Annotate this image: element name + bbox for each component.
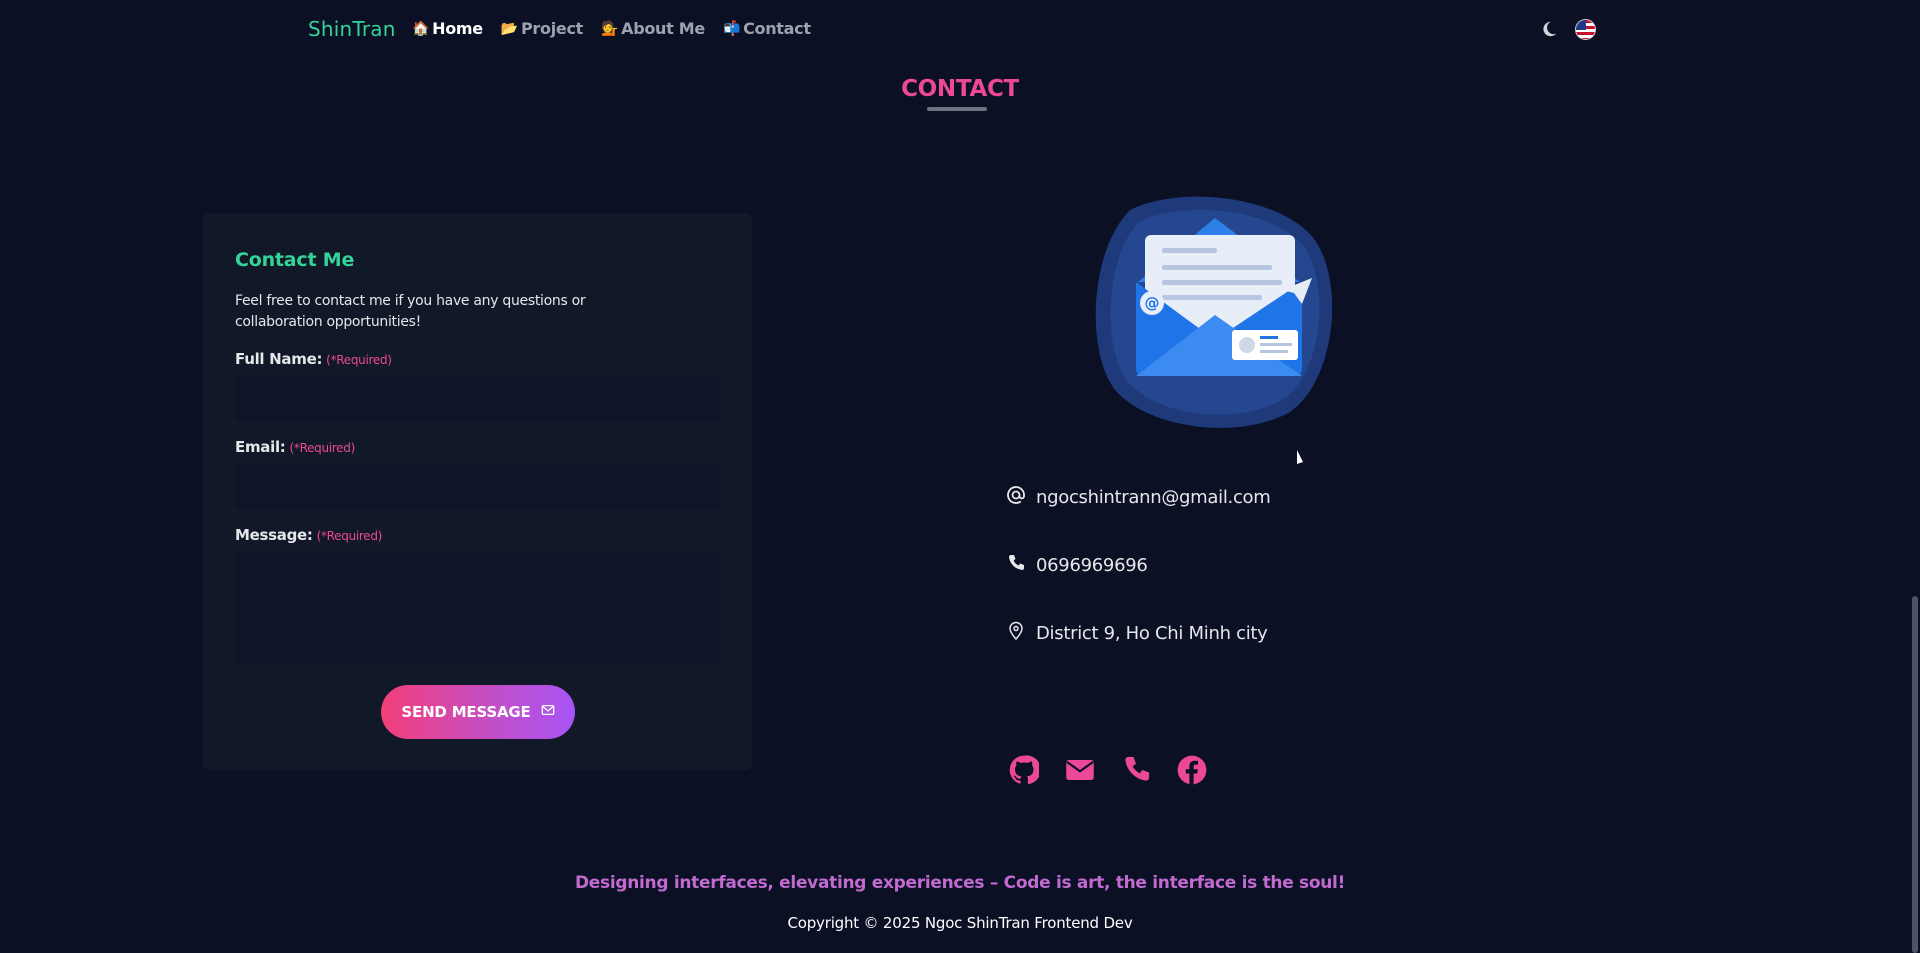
contact-phone[interactable]: 0696969696 bbox=[1036, 555, 1148, 576]
cursor-icon bbox=[1296, 449, 1304, 465]
nav-item-label: Contact bbox=[743, 19, 811, 38]
title-underline bbox=[927, 107, 987, 111]
envelope-icon[interactable] bbox=[1064, 754, 1096, 786]
contact-email-row: ngocshintrann@gmail.com bbox=[1006, 485, 1271, 510]
mailbox-icon: 📬 bbox=[722, 20, 741, 37]
person-icon: 💁 bbox=[600, 20, 619, 37]
nav-item-label: About Me bbox=[621, 19, 705, 38]
nav-item-about[interactable]: 💁 About Me bbox=[601, 19, 705, 38]
message-label: Message: (*Required) bbox=[235, 526, 383, 544]
nav-item-project[interactable]: 📂 Project bbox=[501, 19, 583, 38]
footer-copyright: Copyright © 2025 Ngoc ShinTran Frontend … bbox=[787, 914, 1133, 932]
us-flag-icon[interactable] bbox=[1575, 19, 1596, 40]
nav-item-label: Project bbox=[521, 19, 583, 38]
contact-form-card: Contact Me Feel free to contact me if yo… bbox=[203, 213, 752, 770]
scrollbar[interactable] bbox=[1912, 596, 1918, 953]
message-textarea[interactable] bbox=[235, 553, 721, 665]
svg-text:@: @ bbox=[1145, 294, 1160, 312]
house-icon: 🏠 bbox=[412, 20, 430, 37]
full-name-input[interactable] bbox=[235, 377, 721, 421]
facebook-icon[interactable] bbox=[1176, 754, 1208, 786]
location-pin-icon bbox=[1006, 621, 1026, 646]
phone-icon bbox=[1006, 553, 1026, 578]
email-label: Email: (*Required) bbox=[235, 438, 355, 456]
email-input[interactable] bbox=[235, 465, 721, 509]
contact-address-row: District 9, Ho Chi Minh city bbox=[1006, 621, 1268, 646]
contact-address: District 9, Ho Chi Minh city bbox=[1036, 623, 1268, 644]
full-name-label: Full Name: (*Required) bbox=[235, 350, 392, 368]
send-message-label: SEND MESSAGE bbox=[401, 703, 531, 721]
moon-icon[interactable] bbox=[1540, 20, 1558, 38]
at-sign-icon bbox=[1006, 485, 1026, 510]
github-icon[interactable] bbox=[1008, 754, 1040, 786]
envelope-illustration: @ bbox=[1090, 190, 1340, 435]
nav-item-home[interactable]: 🏠 Home bbox=[412, 19, 483, 38]
form-description: Feel free to contact me if you have any … bbox=[235, 293, 586, 330]
contact-phone-row: 0696969696 bbox=[1006, 553, 1148, 578]
form-title: Contact Me bbox=[235, 249, 355, 271]
contact-email[interactable]: ngocshintrann@gmail.com bbox=[1036, 487, 1271, 508]
section-title: CONTACT bbox=[901, 76, 1019, 102]
send-message-button[interactable]: SEND MESSAGE bbox=[381, 685, 575, 739]
nav-item-contact[interactable]: 📬 Contact bbox=[723, 19, 811, 38]
required-hint: (*Required) bbox=[316, 529, 383, 543]
folder-icon: 📂 bbox=[500, 20, 518, 37]
nav-item-label: Home bbox=[432, 19, 483, 38]
footer-tagline: Designing interfaces, elevating experien… bbox=[574, 873, 1346, 893]
mail-icon bbox=[541, 703, 555, 721]
required-hint: (*Required) bbox=[289, 441, 355, 455]
phone-icon[interactable] bbox=[1120, 754, 1152, 786]
navbar: ShinTran 🏠 Home 📂 Project 💁 About Me 📬 C… bbox=[0, 0, 1920, 58]
required-hint: (*Required) bbox=[326, 353, 392, 367]
social-links bbox=[1008, 754, 1208, 786]
nav-links: 🏠 Home 📂 Project 💁 About Me 📬 Contact bbox=[412, 19, 811, 38]
brand-logo[interactable]: ShinTran bbox=[308, 17, 396, 41]
